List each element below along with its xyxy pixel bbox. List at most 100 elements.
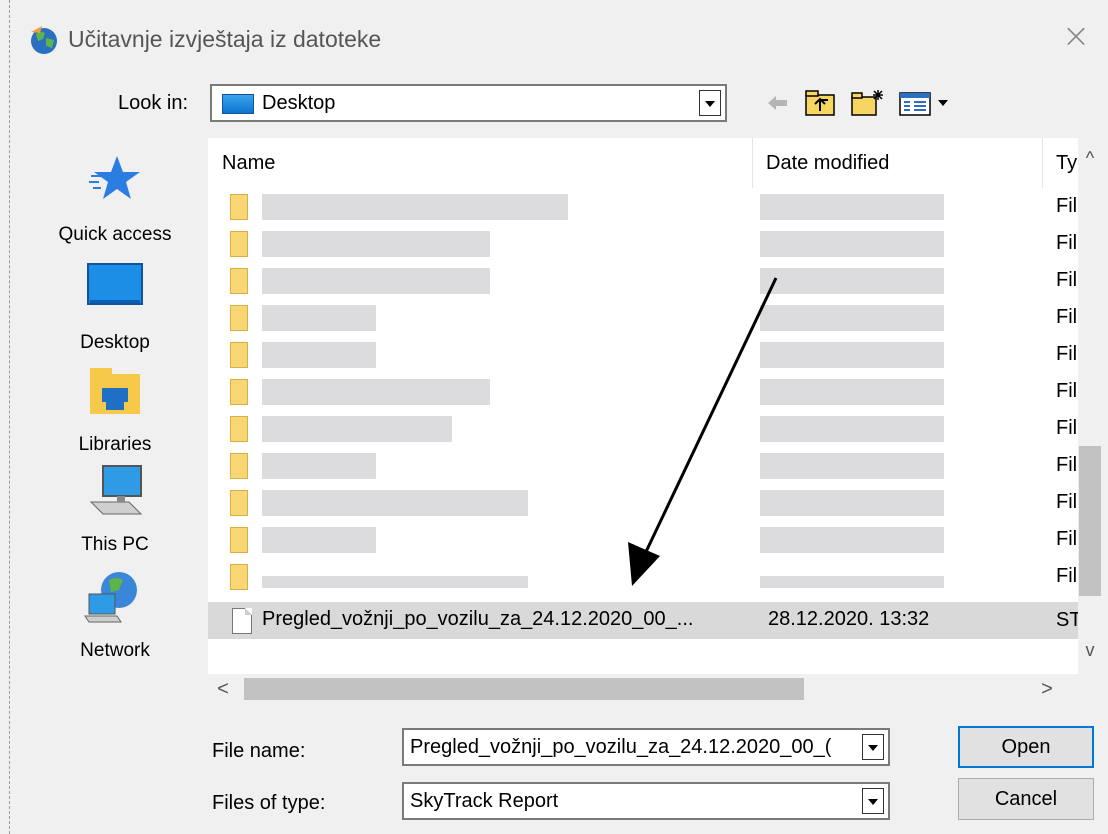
redacted-name [262, 268, 490, 294]
scroll-left-icon[interactable]: < [208, 674, 238, 704]
folder-icon [230, 305, 248, 331]
redacted-date [760, 490, 944, 516]
redacted-name [262, 379, 490, 405]
column-separator[interactable] [1042, 138, 1043, 188]
file-type-cell: ST [1056, 609, 1078, 631]
cancel-button[interactable]: Cancel [958, 778, 1094, 820]
file-list[interactable]: Name Date modified Ty Fil Fil Fil Fil Fi… [208, 138, 1078, 674]
place-label: Desktop [80, 332, 150, 353]
place-libraries[interactable]: Libraries [40, 362, 190, 462]
redacted-date [760, 342, 944, 368]
redacted-name [262, 231, 490, 257]
type-cell: Fil [1056, 454, 1078, 476]
open-button[interactable]: Open [958, 726, 1094, 768]
view-menu-icon[interactable] [896, 86, 954, 120]
dialog-title: Učitavnje izvještaja iz datoteke [68, 26, 382, 52]
folder-icon [230, 527, 248, 553]
folder-row[interactable]: Fil [208, 410, 1078, 447]
type-cell: Fil [1056, 565, 1078, 587]
type-cell: Fil [1056, 232, 1078, 254]
redacted-name [262, 490, 528, 516]
file-name-cell: Pregled_vožnji_po_vozilu_za_24.12.2020_0… [262, 608, 694, 630]
type-cell: Fil [1056, 380, 1078, 402]
folder-row[interactable]: Fil [208, 447, 1078, 484]
folder-icon [230, 194, 248, 220]
folder-icon [230, 416, 248, 442]
column-type[interactable]: Ty [1056, 152, 1077, 175]
scroll-thumb[interactable] [1079, 446, 1101, 596]
new-folder-icon[interactable] [848, 86, 886, 120]
file-icon [232, 608, 252, 634]
redacted-date [760, 379, 944, 405]
folder-icon [230, 268, 248, 294]
folder-icon [230, 342, 248, 368]
selected-file-row[interactable]: Pregled_vožnji_po_vozilu_za_24.12.2020_0… [208, 602, 1078, 639]
filename-input[interactable]: Pregled_vožnji_po_vozilu_za_24.12.2020_0… [402, 728, 890, 766]
desktop-icon [87, 263, 143, 305]
back-arrow-icon[interactable] [760, 86, 794, 120]
up-folder-icon[interactable] [802, 86, 838, 120]
folder-icon [230, 379, 248, 405]
place-label: Network [80, 640, 150, 661]
redacted-date [760, 453, 944, 479]
folder-row[interactable]: Fil [208, 299, 1078, 336]
folder-row[interactable]: Fil [208, 225, 1078, 262]
redacted-date [760, 194, 944, 220]
lookin-value: Desktop [262, 92, 336, 114]
file-date-cell: 28.12.2020. 13:32 [768, 608, 930, 630]
type-cell: Fil [1056, 269, 1078, 291]
star-icon [89, 156, 140, 199]
type-cell: Fil [1056, 195, 1078, 217]
redacted-name [262, 194, 568, 220]
place-label: Libraries [78, 434, 152, 455]
place-desktop[interactable]: Desktop [40, 260, 190, 360]
chevron-down-icon[interactable] [862, 788, 884, 814]
place-label: Quick access [58, 224, 172, 245]
type-cell: Fil [1056, 417, 1078, 439]
redacted-date [760, 576, 944, 588]
folder-row[interactable]: Fil [208, 336, 1078, 373]
place-quick-access[interactable]: Quick access [40, 152, 190, 252]
folder-icon [230, 231, 248, 257]
scroll-thumb[interactable] [244, 678, 804, 700]
scroll-right-icon[interactable]: > [1032, 674, 1062, 704]
vertical-scrollbar[interactable]: ^ v [1078, 138, 1102, 674]
folder-row[interactable]: Fil [208, 484, 1078, 521]
window-edge [0, 0, 10, 834]
computer-icon [89, 465, 143, 515]
chevron-down-icon[interactable] [699, 90, 721, 116]
folder-row[interactable]: Fil [208, 558, 1078, 595]
filetype-select[interactable]: SkyTrack Report [402, 782, 890, 820]
redacted-date [760, 231, 944, 257]
redacted-name [262, 305, 376, 331]
place-network[interactable]: Network [40, 568, 190, 668]
place-this-pc[interactable]: This PC [40, 462, 190, 562]
chevron-down-icon[interactable] [862, 734, 884, 760]
close-icon[interactable]: × [1056, 16, 1096, 56]
folder-row[interactable]: Fil [208, 188, 1078, 225]
column-name[interactable]: Name [222, 152, 275, 175]
scroll-down-icon[interactable]: v [1078, 638, 1102, 662]
network-icon [84, 572, 137, 623]
place-label: This PC [81, 534, 149, 555]
filename-value: Pregled_vožnji_po_vozilu_za_24.12.2020_0… [410, 736, 832, 758]
redacted-date [760, 268, 944, 294]
type-cell: Fil [1056, 343, 1078, 365]
filetype-value: SkyTrack Report [410, 790, 559, 812]
lookin-combo[interactable]: Desktop [210, 84, 727, 122]
title-bar: Učitavnje izvještaja iz datoteke × [10, 0, 1108, 78]
redacted-name [262, 527, 376, 553]
type-cell: Fil [1056, 528, 1078, 550]
folder-row[interactable]: Fil [208, 373, 1078, 410]
redacted-date [760, 416, 944, 442]
redacted-name [262, 342, 376, 368]
horizontal-scrollbar[interactable]: < > [208, 674, 1078, 704]
redacted-name [262, 416, 452, 442]
column-date[interactable]: Date modified [766, 152, 889, 175]
folder-row[interactable]: Fil [208, 521, 1078, 558]
filetype-label: Files of type: [212, 792, 326, 814]
column-separator[interactable] [752, 138, 753, 188]
folder-row[interactable]: Fil [208, 262, 1078, 299]
redacted-date [760, 305, 944, 331]
scroll-up-icon[interactable]: ^ [1078, 146, 1102, 170]
